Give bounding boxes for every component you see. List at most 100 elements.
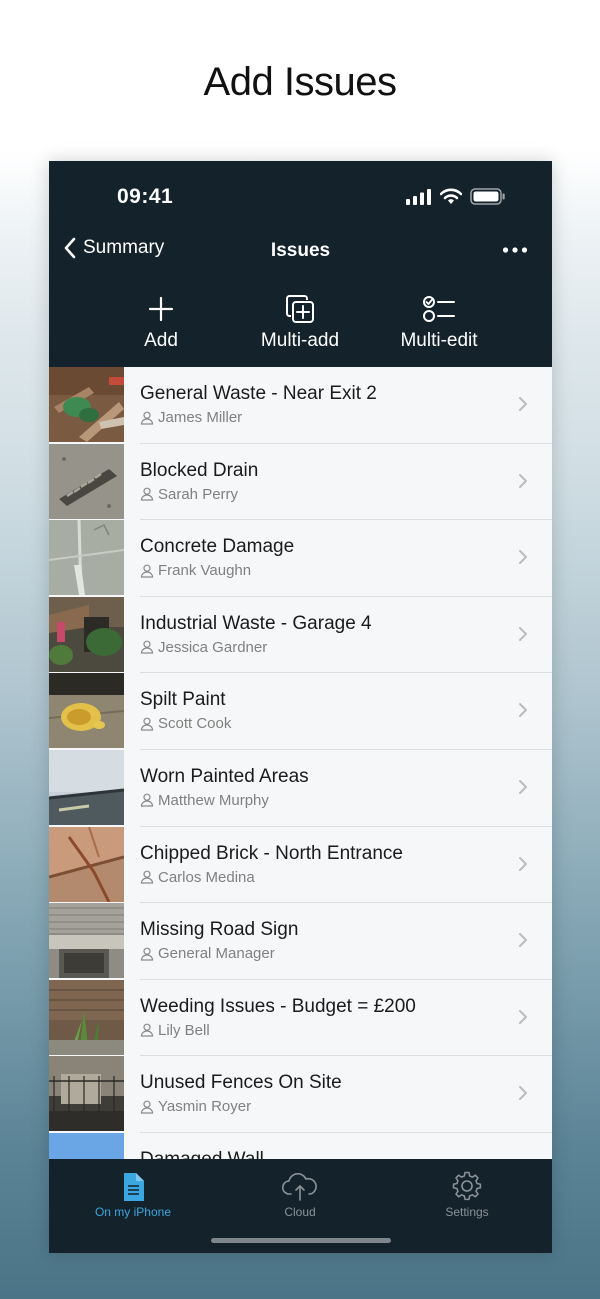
- status-time: 09:41: [117, 185, 174, 208]
- tab-cloud[interactable]: Cloud: [240, 1167, 360, 1219]
- issue-photo: [49, 443, 124, 519]
- more-button[interactable]: [502, 241, 528, 259]
- chevron-right-icon: [519, 703, 527, 718]
- add-button[interactable]: Add: [101, 293, 221, 352]
- issue-assignee: Carlos Medina: [140, 869, 255, 886]
- issue-row-general-waste[interactable]: General Waste - Near Exit 2 James Miller: [49, 367, 552, 444]
- tab-on-my-iphone[interactable]: On my iPhone: [73, 1167, 193, 1219]
- issue-title: Weeding Issues - Budget = £200: [140, 995, 416, 1017]
- wifi-icon: [440, 188, 462, 204]
- chevron-right-icon: [519, 779, 527, 794]
- assignee-name: James Miller: [158, 409, 243, 426]
- assignee-name: Scott Cook: [158, 715, 232, 733]
- person-icon: [140, 794, 154, 808]
- issue-row-worn-painted-areas[interactable]: Worn Painted Areas Matthew Murphy: [49, 749, 552, 827]
- person-icon: [140, 640, 154, 654]
- assignee-name: General Manager: [158, 945, 275, 963]
- person-icon: [140, 1100, 154, 1114]
- add-label: Add: [144, 330, 178, 351]
- multi-add-icon: [286, 295, 314, 323]
- issue-title: Concrete Damage: [140, 536, 295, 558]
- issue-row-concrete-damage[interactable]: Concrete Damage Frank Vaughn: [49, 520, 552, 597]
- issue-photo: [49, 749, 124, 825]
- plus-icon: [148, 296, 174, 322]
- chevron-right-icon: [519, 1009, 527, 1024]
- assignee-name: Jessica Gardner: [158, 638, 268, 656]
- chevron-right-icon: [519, 473, 527, 488]
- multi-add-button[interactable]: Multi-add: [240, 293, 360, 352]
- issues-list: General Waste - Near Exit 2 James Miller: [49, 367, 552, 1210]
- assignee-name: Carlos Medina: [158, 868, 255, 886]
- issue-photo: [49, 367, 124, 442]
- issue-photo: [49, 520, 124, 596]
- more-icon: [502, 247, 528, 253]
- issue-row-spilt-paint[interactable]: Spilt Paint Scott Cook: [49, 673, 552, 750]
- battery-icon: [470, 188, 505, 205]
- signal-icon: [406, 188, 431, 205]
- issue-photo: [49, 596, 124, 672]
- issue-title: Spilt Paint: [140, 689, 226, 711]
- issue-assignee: Jessica Gardner: [140, 639, 267, 656]
- multi-add-label: Multi-add: [260, 330, 340, 351]
- issue-title: Industrial Waste - Garage 4: [140, 612, 372, 634]
- issue-photo: [49, 673, 124, 749]
- issue-title: Blocked Drain: [140, 459, 259, 481]
- nav-title: Issues: [270, 240, 331, 261]
- issue-assignee: Frank Vaughn: [140, 562, 251, 579]
- multi-edit-button[interactable]: Multi-edit: [379, 293, 499, 352]
- issue-title: Chipped Brick - North Entrance: [140, 842, 403, 864]
- page-headline: Add Issues: [203, 60, 397, 104]
- issue-assignee: Sarah Perry: [140, 486, 238, 503]
- phone-screen: 09:41 Summary Issues Add Multi-add Multi…: [49, 161, 552, 1253]
- person-icon: [140, 411, 154, 425]
- issue-photo: [49, 979, 124, 1055]
- issue-title: Missing Road Sign: [140, 919, 299, 941]
- status-icons: [406, 188, 506, 205]
- issue-title: General Waste - Near Exit 2: [140, 383, 377, 404]
- assignee-name: Lily Bell: [158, 1021, 210, 1039]
- assignee-name: Sarah Perry: [158, 485, 239, 503]
- issue-assignee: General Manager: [140, 945, 275, 962]
- navigation-header: 09:41 Summary Issues Add Multi-add Multi…: [49, 161, 552, 367]
- home-indicator: [211, 1238, 391, 1243]
- issue-assignee: Matthew Murphy: [140, 792, 269, 809]
- document-icon: [124, 1173, 144, 1201]
- multi-edit-icon: [423, 296, 455, 322]
- issue-assignee: James Miller: [140, 409, 242, 426]
- tab-label: On my iPhone: [94, 1205, 172, 1219]
- issue-photo: [49, 1056, 124, 1132]
- issue-row-missing-road-sign[interactable]: Missing Road Sign General Manager: [49, 903, 552, 980]
- person-icon: [140, 487, 154, 501]
- tab-label: Cloud: [284, 1205, 316, 1219]
- assignee-name: Matthew Murphy: [158, 791, 269, 809]
- issue-row-weeding-issues[interactable]: Weeding Issues - Budget = £200 Lily Bell: [49, 979, 552, 1057]
- assignee-name: Frank Vaughn: [158, 562, 252, 580]
- issue-photo: [49, 826, 124, 902]
- person-icon: [140, 564, 154, 578]
- tab-settings[interactable]: Settings: [407, 1167, 527, 1219]
- issue-photo: [49, 903, 124, 979]
- chevron-right-icon: [519, 550, 527, 565]
- chevron-right-icon: [519, 856, 527, 871]
- chevron-right-icon: [519, 933, 527, 948]
- issue-row-unused-fences[interactable]: Unused Fences On Site Yasmin Royer: [49, 1056, 552, 1133]
- issue-assignee: Scott Cook: [140, 715, 231, 732]
- person-icon: [140, 947, 154, 961]
- multi-edit-label: Multi-edit: [400, 330, 478, 351]
- issue-row-industrial-waste[interactable]: Industrial Waste - Garage 4 Jessica Gard…: [49, 596, 552, 674]
- cloud-icon: [282, 1173, 317, 1201]
- issue-assignee: Lily Bell: [140, 1022, 210, 1039]
- chevron-right-icon: [519, 1086, 527, 1101]
- person-icon: [140, 870, 154, 884]
- chevron-right-icon: [519, 626, 527, 641]
- chevron-right-icon: [519, 397, 527, 411]
- issue-title: Unused Fences On Site: [140, 1072, 342, 1094]
- person-icon: [140, 717, 154, 731]
- person-icon: [140, 1023, 154, 1037]
- tab-label: Settings: [445, 1205, 489, 1219]
- assignee-name: Yasmin Royer: [158, 1098, 252, 1116]
- issue-row-blocked-drain[interactable]: Blocked Drain Sarah Perry: [49, 443, 552, 521]
- issue-assignee: Yasmin Royer: [140, 1098, 251, 1115]
- gear-icon: [452, 1171, 482, 1201]
- issue-row-chipped-brick[interactable]: Chipped Brick - North Entrance Carlos Me…: [49, 826, 552, 904]
